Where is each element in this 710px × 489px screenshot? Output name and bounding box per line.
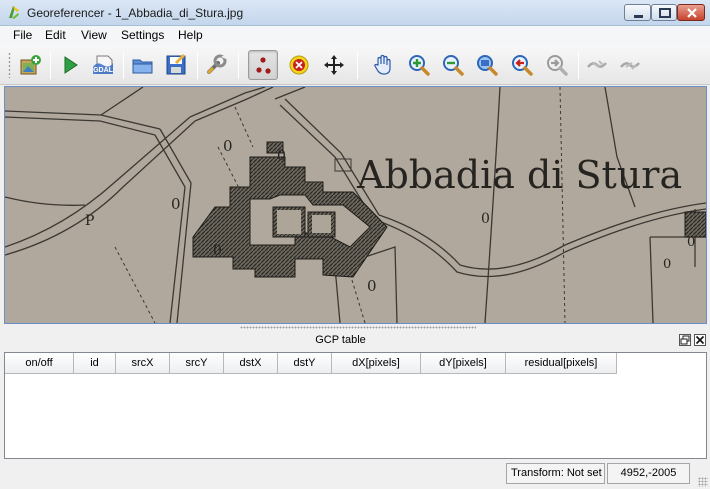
move-gcp-point-button[interactable] bbox=[319, 50, 349, 80]
zoom-last-icon bbox=[512, 55, 533, 76]
close-dock-icon bbox=[695, 335, 705, 345]
gdal-text: GDAL bbox=[93, 67, 114, 74]
add-point-button[interactable] bbox=[248, 50, 278, 80]
toolbar-separator bbox=[238, 52, 239, 79]
column-header-srcy[interactable]: srcY bbox=[170, 353, 224, 374]
zoom-last-button[interactable] bbox=[507, 50, 537, 80]
zoom-next-button[interactable] bbox=[542, 50, 572, 80]
map-marker: 0 bbox=[687, 235, 696, 250]
move-gcp-point-icon bbox=[324, 55, 344, 75]
map-marker: 0 bbox=[277, 148, 286, 164]
map-marker: 0 bbox=[663, 257, 672, 272]
zoom-out-icon bbox=[443, 55, 464, 76]
window-title: Georeferencer - 1_Abbadia_di_Stura.jpg bbox=[27, 6, 244, 20]
zoom-out-button[interactable] bbox=[438, 50, 468, 80]
transform-status: Transform: Not set bbox=[506, 463, 605, 484]
menu-view[interactable]: View bbox=[81, 28, 107, 42]
open-raster-button[interactable] bbox=[15, 50, 45, 80]
pan-icon bbox=[374, 54, 391, 75]
minimize-icon bbox=[634, 15, 643, 18]
link-qgis-to-georeferencer-icon bbox=[620, 62, 640, 70]
map-marker: 0 bbox=[223, 137, 233, 155]
menu-file[interactable]: File bbox=[13, 28, 32, 42]
map-place-name: Abbadia di Stura bbox=[357, 153, 683, 197]
maximize-icon bbox=[659, 8, 671, 18]
minimize-button[interactable] bbox=[624, 4, 651, 21]
close-icon bbox=[687, 8, 697, 18]
coordinates-readout: 4952,-2005 bbox=[607, 463, 690, 484]
link-qgis-to-georeferencer-button[interactable] bbox=[615, 50, 645, 80]
column-header-residual-pixels[interactable]: residual[pixels] bbox=[506, 353, 617, 374]
zoom-in-button[interactable] bbox=[404, 50, 434, 80]
panel-splitter[interactable] bbox=[4, 325, 707, 331]
toolbar-separator bbox=[578, 52, 579, 79]
splitter-handle[interactable] bbox=[240, 326, 476, 329]
load-gcp-points-button[interactable] bbox=[128, 50, 158, 80]
delete-point-icon bbox=[289, 55, 309, 75]
qgis-logo-icon bbox=[6, 4, 22, 20]
maximize-button[interactable] bbox=[651, 4, 677, 21]
column-header-on-off[interactable]: on/off bbox=[5, 353, 74, 374]
map-marker: P bbox=[85, 213, 95, 229]
float-dock-button[interactable] bbox=[679, 334, 691, 346]
menu-help[interactable]: Help bbox=[178, 28, 203, 42]
column-header-srcx[interactable]: srcX bbox=[116, 353, 170, 374]
open-raster-icon bbox=[20, 55, 41, 75]
save-gcp-points-button[interactable] bbox=[161, 50, 191, 80]
toolbar-grip[interactable] bbox=[8, 52, 11, 78]
link-georeferencer-to-qgis-icon bbox=[587, 60, 607, 68]
column-header-id[interactable]: id bbox=[74, 353, 116, 374]
close-dock-button[interactable] bbox=[694, 334, 706, 346]
float-dock-icon bbox=[680, 335, 690, 345]
toolbar-separator bbox=[123, 52, 124, 79]
zoom-next-icon bbox=[547, 55, 568, 76]
map-marker: 0 bbox=[367, 277, 377, 295]
resize-grip[interactable] bbox=[698, 477, 708, 487]
toolbar-separator bbox=[357, 52, 358, 79]
map-marker: 0 bbox=[213, 243, 222, 259]
transformation-settings-button[interactable] bbox=[201, 50, 231, 80]
generate-gdal-script-button[interactable]: GDAL bbox=[88, 50, 118, 80]
gcp-dock-title: GCP table bbox=[315, 334, 366, 346]
column-header-dx-pixels[interactable]: dX[pixels] bbox=[332, 353, 421, 374]
column-header-dy-pixels[interactable]: dY[pixels] bbox=[421, 353, 506, 374]
close-button[interactable] bbox=[677, 4, 705, 21]
toolbar: GDAL bbox=[0, 45, 710, 85]
title-bar: Georeferencer - 1_Abbadia_di_Stura.jpg bbox=[0, 0, 710, 26]
start-georeferencing-button[interactable] bbox=[55, 50, 85, 80]
toolbar-separator bbox=[50, 52, 51, 79]
gcp-table[interactable]: on/off id srcX srcY dstX dstY dX[pixels]… bbox=[4, 352, 707, 459]
menu-edit[interactable]: Edit bbox=[45, 28, 66, 42]
menu-settings[interactable]: Settings bbox=[121, 28, 164, 42]
gcp-dock-title-bar[interactable]: GCP table bbox=[4, 332, 707, 350]
save-gcp-points-icon bbox=[166, 53, 186, 75]
start-georeferencing-icon bbox=[64, 56, 78, 74]
link-georeferencer-to-qgis-button[interactable] bbox=[582, 50, 612, 80]
delete-point-button[interactable] bbox=[284, 50, 314, 80]
zoom-in-icon bbox=[409, 55, 430, 76]
add-point-icon bbox=[256, 57, 271, 74]
map-image bbox=[5, 87, 706, 323]
generate-gdal-script-icon: GDAL bbox=[93, 55, 114, 74]
georeferencer-map-canvas[interactable]: Abbadia di Stura 0 0 0 P 0 0 0 0 0 bbox=[4, 86, 707, 324]
menu-bar: File Edit View Settings Help bbox=[0, 26, 710, 45]
pan-button[interactable] bbox=[368, 50, 398, 80]
map-marker: 0 bbox=[481, 211, 490, 227]
column-header-dsty[interactable]: dstY bbox=[278, 353, 332, 374]
load-gcp-points-icon bbox=[132, 59, 153, 74]
status-bar: Transform: Not set 4952,-2005 bbox=[0, 460, 710, 489]
column-header-dstx[interactable]: dstX bbox=[224, 353, 278, 374]
zoom-to-layer-button[interactable] bbox=[472, 50, 502, 80]
zoom-to-layer-icon bbox=[477, 55, 498, 76]
transformation-settings-icon bbox=[206, 54, 227, 75]
toolbar-separator bbox=[197, 52, 198, 79]
map-marker: 0 bbox=[171, 195, 181, 213]
